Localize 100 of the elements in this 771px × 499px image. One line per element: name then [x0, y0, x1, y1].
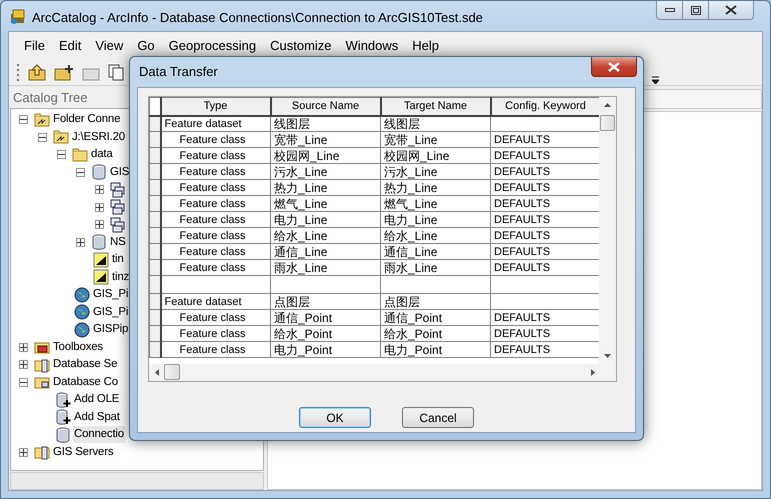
scroll-right-icon[interactable] — [591, 369, 595, 376]
table-cell: Feature class — [160, 212, 270, 228]
table-cell: 点图层 — [380, 294, 490, 310]
scroll-thumb[interactable] — [600, 115, 615, 131]
table-cell: 通信_Line — [270, 244, 380, 260]
table-cell: Feature class — [160, 310, 270, 326]
database-icon — [91, 164, 107, 180]
grip-icon — [17, 63, 20, 81]
dropdown-arrow-icon[interactable] — [652, 76, 659, 84]
folder-add-icon[interactable] — [54, 64, 74, 80]
menu-item[interactable]: Edit — [52, 32, 88, 59]
tree-item[interactable]: Database Se — [52, 356, 118, 374]
window-title: ArcCatalog - ArcInfo - Database Connections\Connection to ArcGIS10Test.sde — [32, 9, 483, 27]
app-icon — [9, 8, 27, 26]
tree-item[interactable]: Database Co — [52, 374, 119, 391]
collapse-icon[interactable] — [19, 378, 28, 387]
pane-title: Catalog Tree — [12, 89, 88, 107]
table-cell: 给水_Line — [270, 228, 380, 244]
table-cell: 雨水_Line — [380, 260, 490, 276]
tree-item[interactable]: Folder Conne — [52, 111, 122, 128]
collapse-icon[interactable] — [38, 132, 47, 142]
menu-item[interactable]: Go — [130, 32, 162, 59]
scroll-thumb[interactable] — [164, 364, 180, 380]
table-cell: 污水_Line — [270, 164, 380, 180]
expand-icon[interactable] — [95, 220, 104, 230]
collapse-icon[interactable] — [19, 115, 28, 124]
table-cell: Feature class — [160, 244, 270, 260]
table-cell: Feature dataset — [160, 294, 270, 310]
table-cell: 给水_Point — [380, 326, 490, 342]
collapse-icon[interactable] — [76, 168, 85, 177]
vertical-scrollbar[interactable] — [599, 97, 616, 364]
column-header[interactable]: Source Name — [270, 98, 380, 116]
tree-item[interactable]: GISPip — [92, 321, 130, 338]
menu-item[interactable]: Windows — [338, 32, 406, 59]
copy-icon[interactable] — [108, 64, 124, 80]
table-cell: Feature class — [160, 180, 270, 196]
expand-icon[interactable] — [19, 448, 28, 457]
tree-item[interactable]: data — [90, 146, 114, 164]
close-button[interactable] — [591, 57, 637, 77]
table-cell: 线图层 — [270, 116, 380, 132]
scrollbar[interactable] — [10, 472, 264, 490]
column-header[interactable]: Type — [160, 98, 270, 116]
scroll-down-icon[interactable] — [604, 354, 611, 358]
globe-icon — [74, 322, 90, 338]
up-folder-icon[interactable] — [28, 64, 46, 80]
tree-item[interactable]: GIS Servers — [52, 444, 114, 461]
collapse-icon[interactable] — [57, 150, 66, 160]
table-cell: Feature dataset — [160, 116, 270, 132]
tree-item[interactable]: NS — [109, 234, 127, 251]
ok-button[interactable]: OK — [299, 407, 371, 428]
table-cell: Feature class — [160, 196, 270, 212]
table-cell: 电力_Point — [270, 342, 380, 358]
column-header[interactable]: Target Name — [380, 98, 490, 116]
table-cell: Feature class — [160, 132, 270, 148]
folder-icon — [72, 146, 88, 163]
column-header[interactable]: Config. Keyword — [490, 98, 600, 116]
expand-icon[interactable] — [19, 342, 28, 352]
menu-item[interactable]: File — [17, 32, 52, 59]
tree-item[interactable]: GIS_Pi — [92, 286, 130, 304]
scroll-left-icon[interactable] — [155, 369, 159, 376]
table-cell: Feature class — [160, 228, 270, 244]
table-cell: 电力_Point — [380, 342, 490, 358]
expand-icon[interactable] — [76, 238, 85, 247]
dataset-icon — [110, 199, 126, 216]
expand-icon[interactable] — [95, 185, 104, 194]
database-icon — [91, 234, 107, 250]
table-cell: 点图层 — [270, 294, 380, 310]
menu-item[interactable]: Geoprocessing — [162, 32, 264, 59]
menu-item[interactable]: View — [88, 32, 130, 59]
table-cell: 燃气_Line — [270, 196, 380, 212]
tree-item[interactable]: J:\ESRI.20 — [71, 128, 126, 146]
database-add-icon — [55, 392, 71, 408]
expand-icon[interactable] — [95, 202, 104, 212]
table-cell: 热力_Line — [270, 180, 380, 196]
expand-icon[interactable] — [19, 360, 28, 370]
table-cell: Feature class — [160, 164, 270, 180]
table-cell: 污水_Line — [380, 164, 490, 180]
server-icon — [34, 444, 50, 460]
table-cell: 宽带_Line — [270, 132, 380, 148]
table-cell: Feature class — [160, 148, 270, 164]
scroll-up-icon[interactable] — [604, 103, 611, 107]
tree-item[interactable]: Add Spat — [73, 408, 121, 426]
horizontal-scrollbar[interactable] — [149, 364, 616, 381]
tree-item[interactable]: tinz — [111, 268, 130, 286]
table-cell: 通信_Point — [270, 310, 380, 326]
tree-item[interactable]: Connectio — [73, 426, 125, 444]
table-cell: 宽带_Line — [380, 132, 490, 148]
tree-item[interactable]: Toolboxes — [52, 338, 104, 356]
menu-item[interactable]: Customize — [263, 32, 339, 59]
cancel-button[interactable]: Cancel — [402, 407, 474, 428]
tree-item[interactable]: tin — [111, 251, 125, 268]
tree-item[interactable]: GIS_Pi — [92, 304, 130, 321]
folder-icon — [53, 129, 69, 146]
table-cell: 校园网_Line — [270, 148, 380, 164]
tree-item[interactable]: Add OLE — [73, 391, 120, 408]
menu-item[interactable]: Help — [405, 32, 446, 59]
minimize-icon — [664, 8, 674, 12]
dataset-icon — [110, 216, 126, 233]
server-icon — [34, 356, 50, 373]
tree-item[interactable]: GIS — [109, 164, 130, 181]
